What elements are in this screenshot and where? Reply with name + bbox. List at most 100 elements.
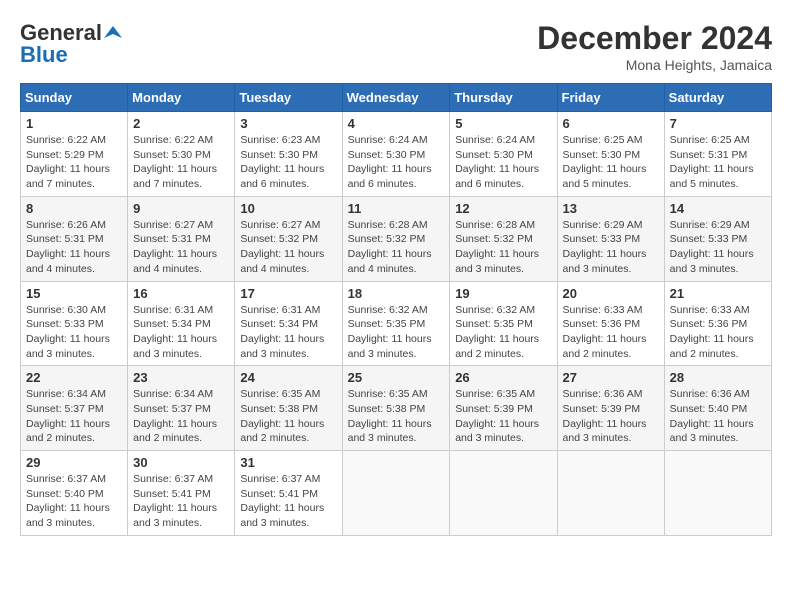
day-number: 10 [240,201,336,216]
day-number: 12 [455,201,551,216]
calendar-cell: 2 Sunrise: 6:22 AMSunset: 5:30 PMDaylight… [128,112,235,197]
day-number: 15 [26,286,122,301]
weekday-header-saturday: Saturday [664,84,771,112]
day-info: Sunrise: 6:26 AMSunset: 5:31 PMDaylight:… [26,218,122,277]
day-info: Sunrise: 6:34 AMSunset: 5:37 PMDaylight:… [133,387,229,446]
day-number: 28 [670,370,766,385]
weekday-header-monday: Monday [128,84,235,112]
day-info: Sunrise: 6:28 AMSunset: 5:32 PMDaylight:… [455,218,551,277]
day-number: 21 [670,286,766,301]
day-number: 30 [133,455,229,470]
calendar-week-row: 22 Sunrise: 6:34 AMSunset: 5:37 PMDayligh… [21,366,772,451]
day-info: Sunrise: 6:29 AMSunset: 5:33 PMDaylight:… [670,218,766,277]
calendar-cell: 16 Sunrise: 6:31 AMSunset: 5:34 PMDayligh… [128,281,235,366]
day-info: Sunrise: 6:36 AMSunset: 5:39 PMDaylight:… [563,387,659,446]
calendar-week-row: 8Sunrise: 6:26 AMSunset: 5:31 PMDaylight… [21,196,772,281]
day-info: Sunrise: 6:35 AMSunset: 5:38 PMDaylight:… [240,387,336,446]
day-number: 6 [563,116,659,131]
day-number: 14 [670,201,766,216]
calendar-cell: 3 Sunrise: 6:23 AMSunset: 5:30 PMDaylight… [235,112,342,197]
weekday-header-thursday: Thursday [450,84,557,112]
calendar-cell: 30 Sunrise: 6:37 AMSunset: 5:41 PMDayligh… [128,451,235,536]
calendar-cell: 21 Sunrise: 6:33 AMSunset: 5:36 PMDayligh… [664,281,771,366]
day-info: Sunrise: 6:35 AMSunset: 5:39 PMDaylight:… [455,387,551,446]
weekday-header-row: SundayMondayTuesdayWednesdayThursdayFrid… [21,84,772,112]
calendar-cell: 9Sunrise: 6:27 AMSunset: 5:31 PMDaylight… [128,196,235,281]
day-info: Sunrise: 6:23 AMSunset: 5:30 PMDaylight:… [240,133,336,192]
day-number: 20 [563,286,659,301]
page-header: General Blue December 2024 Mona Heights,… [20,20,772,73]
day-number: 18 [348,286,445,301]
day-number: 4 [348,116,445,131]
weekday-header-tuesday: Tuesday [235,84,342,112]
logo-bird-icon [104,24,122,42]
calendar-cell [342,451,450,536]
day-number: 7 [670,116,766,131]
calendar-cell: 14 Sunrise: 6:29 AMSunset: 5:33 PMDayligh… [664,196,771,281]
day-number: 2 [133,116,229,131]
day-info: Sunrise: 6:27 AMSunset: 5:32 PMDaylight:… [240,218,336,277]
month-title: December 2024 [537,20,772,57]
day-info: Sunrise: 6:33 AMSunset: 5:36 PMDaylight:… [670,303,766,362]
day-info: Sunrise: 6:34 AMSunset: 5:37 PMDaylight:… [26,387,122,446]
calendar-cell [557,451,664,536]
calendar-cell: 13 Sunrise: 6:29 AMSunset: 5:33 PMDayligh… [557,196,664,281]
calendar-cell: 1 Sunrise: 6:22 AMSunset: 5:29 PMDaylight… [21,112,128,197]
day-number: 22 [26,370,122,385]
calendar-cell: 27Sunrise: 6:36 AMSunset: 5:39 PMDayligh… [557,366,664,451]
day-number: 5 [455,116,551,131]
calendar-cell: 5Sunrise: 6:24 AMSunset: 5:30 PMDaylight… [450,112,557,197]
day-info: Sunrise: 6:32 AMSunset: 5:35 PMDaylight:… [455,303,551,362]
day-number: 31 [240,455,336,470]
day-number: 25 [348,370,445,385]
day-info: Sunrise: 6:22 AMSunset: 5:30 PMDaylight:… [133,133,229,192]
day-number: 19 [455,286,551,301]
day-info: Sunrise: 6:32 AMSunset: 5:35 PMDaylight:… [348,303,445,362]
calendar-cell: 6 Sunrise: 6:25 AMSunset: 5:30 PMDaylight… [557,112,664,197]
calendar-table: SundayMondayTuesdayWednesdayThursdayFrid… [20,83,772,536]
calendar-cell [450,451,557,536]
day-info: Sunrise: 6:31 AMSunset: 5:34 PMDaylight:… [240,303,336,362]
calendar-cell: 11 Sunrise: 6:28 AMSunset: 5:32 PMDayligh… [342,196,450,281]
day-number: 16 [133,286,229,301]
calendar-week-row: 29Sunrise: 6:37 AMSunset: 5:40 PMDayligh… [21,451,772,536]
day-info: Sunrise: 6:25 AMSunset: 5:30 PMDaylight:… [563,133,659,192]
calendar-cell: 23 Sunrise: 6:34 AMSunset: 5:37 PMDayligh… [128,366,235,451]
calendar-cell: 28 Sunrise: 6:36 AMSunset: 5:40 PMDayligh… [664,366,771,451]
day-info: Sunrise: 6:31 AMSunset: 5:34 PMDaylight:… [133,303,229,362]
day-info: Sunrise: 6:33 AMSunset: 5:36 PMDaylight:… [563,303,659,362]
day-number: 1 [26,116,122,131]
calendar-cell: 4 Sunrise: 6:24 AMSunset: 5:30 PMDaylight… [342,112,450,197]
day-number: 13 [563,201,659,216]
day-info: Sunrise: 6:28 AMSunset: 5:32 PMDaylight:… [348,218,445,277]
calendar-cell: 31 Sunrise: 6:37 AMSunset: 5:41 PMDayligh… [235,451,342,536]
day-info: Sunrise: 6:37 AMSunset: 5:41 PMDaylight:… [133,472,229,531]
calendar-cell: 25Sunrise: 6:35 AMSunset: 5:38 PMDayligh… [342,366,450,451]
logo-blue: Blue [20,42,68,68]
day-info: Sunrise: 6:29 AMSunset: 5:33 PMDaylight:… [563,218,659,277]
day-info: Sunrise: 6:36 AMSunset: 5:40 PMDaylight:… [670,387,766,446]
calendar-week-row: 15Sunrise: 6:30 AMSunset: 5:33 PMDayligh… [21,281,772,366]
day-number: 23 [133,370,229,385]
calendar-cell: 19 Sunrise: 6:32 AMSunset: 5:35 PMDayligh… [450,281,557,366]
day-number: 26 [455,370,551,385]
calendar-cell: 18 Sunrise: 6:32 AMSunset: 5:35 PMDayligh… [342,281,450,366]
calendar-cell: 7 Sunrise: 6:25 AMSunset: 5:31 PMDaylight… [664,112,771,197]
calendar-cell: 26 Sunrise: 6:35 AMSunset: 5:39 PMDayligh… [450,366,557,451]
weekday-header-friday: Friday [557,84,664,112]
weekday-header-wednesday: Wednesday [342,84,450,112]
day-info: Sunrise: 6:37 AMSunset: 5:40 PMDaylight:… [26,472,122,531]
day-info: Sunrise: 6:25 AMSunset: 5:31 PMDaylight:… [670,133,766,192]
day-info: Sunrise: 6:24 AMSunset: 5:30 PMDaylight:… [348,133,445,192]
calendar-cell: 24Sunrise: 6:35 AMSunset: 5:38 PMDayligh… [235,366,342,451]
day-info: Sunrise: 6:37 AMSunset: 5:41 PMDaylight:… [240,472,336,531]
day-number: 3 [240,116,336,131]
calendar-cell: 17 Sunrise: 6:31 AMSunset: 5:34 PMDayligh… [235,281,342,366]
calendar-cell: 29Sunrise: 6:37 AMSunset: 5:40 PMDayligh… [21,451,128,536]
day-info: Sunrise: 6:22 AMSunset: 5:29 PMDaylight:… [26,133,122,192]
title-section: December 2024 Mona Heights, Jamaica [537,20,772,73]
day-number: 17 [240,286,336,301]
day-number: 9 [133,201,229,216]
calendar-cell: 20 Sunrise: 6:33 AMSunset: 5:36 PMDayligh… [557,281,664,366]
day-number: 11 [348,201,445,216]
